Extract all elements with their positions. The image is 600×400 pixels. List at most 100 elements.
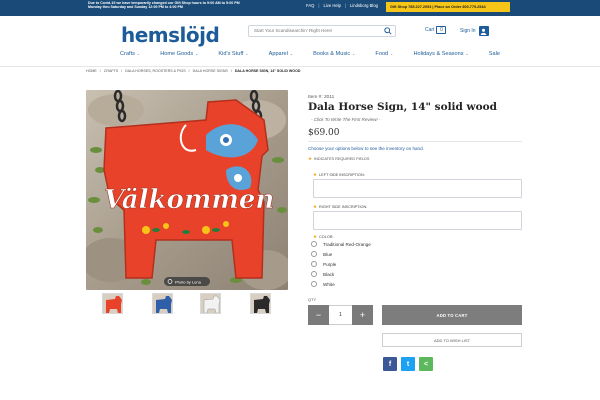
nav-label: Holidays & Seasons (413, 51, 464, 57)
chevron-down-icon: ⌄ (195, 52, 199, 56)
quantity-stepper: − 1 + (308, 305, 373, 325)
quantity-input[interactable]: 1 (329, 305, 352, 325)
live-help-link[interactable]: Live Help (323, 3, 340, 8)
thumbnail-black-horse[interactable] (250, 293, 271, 314)
required-note: ★ Indicates required fields (308, 156, 369, 162)
radio-button[interactable] (311, 251, 317, 257)
covid-notice: Due to Covid-19 we have temporarily chan… (88, 1, 240, 10)
color-option-label: White (323, 281, 335, 287)
chevron-down-icon: ⌄ (465, 52, 469, 56)
color-option-black[interactable]: Black (311, 271, 334, 277)
nav-item-kids-stuff[interactable]: Kid's Stuff ⌄ (218, 49, 248, 59)
left-inscription-label: ★ Left side inscription: (313, 172, 365, 178)
nav-label: Food (375, 51, 389, 57)
nav-item-food[interactable]: Food ⌄ (375, 49, 393, 59)
horse-icon (153, 294, 172, 313)
chevron-down-icon: ⌄ (390, 52, 394, 56)
radio-button[interactable] (311, 241, 317, 247)
facebook-icon: f (388, 360, 392, 368)
gift-shop-phone-banner[interactable]: Gift Shop 785.227.2053 | Place an Order … (386, 2, 510, 12)
required-star-icon: ★ (313, 234, 318, 239)
radio-button[interactable] (311, 261, 317, 267)
nav-label: Apparel (268, 51, 288, 57)
color-option-label: Traditional Red-Orange (323, 241, 371, 247)
top-utility-bar: Due to Covid-19 we have temporarily chan… (0, 0, 600, 16)
breadcrumb-separator: / (188, 69, 190, 73)
breadcrumb-separator: / (121, 69, 123, 73)
color-label: ★ Color: (313, 234, 334, 240)
cart-label: Cart (425, 27, 435, 33)
color-option-blue[interactable]: Blue (311, 251, 332, 257)
sign-in-button[interactable]: Sign In (460, 26, 489, 36)
search-icon[interactable] (384, 27, 392, 35)
share-icon: < (423, 360, 429, 368)
right-inscription-input[interactable] (313, 211, 522, 230)
color-option-purple[interactable]: Purple (311, 261, 336, 267)
required-star-icon: ★ (313, 204, 318, 209)
nav-item-sale[interactable]: Sale (489, 49, 500, 59)
chevron-down-icon: ⌄ (136, 52, 140, 56)
cart-count: 0 (436, 26, 447, 34)
search-input[interactable]: Start Your Scandisearchin' Right Here! (248, 25, 396, 37)
nav-item-books-music[interactable]: Books & Music ⌄ (313, 49, 355, 59)
cart-button[interactable]: Cart 0 (425, 26, 447, 34)
divider: | (344, 3, 347, 8)
nav-item-crafts[interactable]: Crafts ⌄ (120, 49, 140, 59)
left-inscription-input[interactable] (313, 179, 522, 198)
breadcrumb-current: Dala Horse Sign, 14" solid wood (234, 69, 301, 73)
quantity-decrease-button[interactable]: − (308, 305, 329, 325)
item-number: Item #: 2011 (308, 95, 335, 100)
quantity-increase-button[interactable]: + (352, 305, 373, 325)
image-badge: Photo by Luna (175, 279, 202, 284)
required-star-icon: ★ (313, 172, 318, 177)
required-note-text: Indicates required fields (314, 157, 370, 161)
nav-label: Books & Music (313, 51, 351, 57)
breadcrumb: Home / Crafts / Dala Horses, Roosters & Pi… (86, 69, 301, 73)
breadcrumb-home[interactable]: Home (86, 69, 97, 73)
nav-label: Crafts (120, 51, 135, 57)
nav-label: Home Goods (160, 51, 194, 57)
color-option-traditional-red-orange[interactable]: Traditional Red-Orange (311, 241, 371, 247)
sign-in-label: Sign In (460, 28, 476, 34)
dala-horse-photo: Välkommen Photo by Luna (86, 90, 288, 290)
radio-button[interactable] (311, 281, 317, 287)
product-main-image[interactable]: Välkommen Photo by Luna (86, 90, 288, 290)
facebook-share-button[interactable]: f (383, 357, 397, 371)
blog-link[interactable]: Lindsborg Blog (350, 3, 378, 8)
add-to-cart-button[interactable]: ADD TO CART (382, 305, 522, 325)
search-placeholder: Start Your Scandisearchin' Right Here! (254, 28, 333, 33)
chevron-down-icon: ⌄ (245, 52, 249, 56)
write-review-link[interactable]: - Click To Write The First Review! - (311, 117, 380, 122)
breadcrumb-dala-signs[interactable]: Dala Horse Signs (193, 69, 228, 73)
nav-item-holidays-seasons[interactable]: Holidays & Seasons ⌄ (413, 49, 468, 59)
header-divider (0, 66, 600, 67)
divider (308, 141, 522, 142)
site-logo[interactable]: hemslöjd (121, 23, 220, 47)
nav-item-home-goods[interactable]: Home Goods ⌄ (160, 49, 198, 59)
left-inscription-label-text: Left side inscription: (319, 173, 365, 177)
user-icon (478, 26, 489, 36)
color-option-label: Blue (323, 251, 333, 257)
nav-item-apparel[interactable]: Apparel ⌄ (269, 49, 293, 59)
quantity-label: Qty (308, 297, 317, 302)
horse-icon (201, 294, 220, 313)
horse-icon (103, 294, 122, 313)
thumbnail-blue-horse[interactable] (152, 293, 173, 314)
chevron-down-icon: ⌄ (352, 52, 356, 56)
faq-link[interactable]: FAQ (306, 3, 314, 8)
product-price: $69.00 (308, 128, 340, 138)
breadcrumb-dala-category[interactable]: Dala Horses, Roosters & Pigs (125, 69, 186, 73)
share-button[interactable]: < (419, 357, 433, 371)
thumbnail-strip (86, 291, 288, 317)
nav-label: Sale (488, 51, 500, 57)
breadcrumb-crafts[interactable]: Crafts (104, 69, 118, 73)
color-option-white[interactable]: White (311, 281, 335, 287)
thumbnail-white-horse[interactable] (200, 293, 221, 314)
horse-icon (251, 294, 270, 313)
radio-button[interactable] (311, 271, 317, 277)
breadcrumb-separator: / (99, 69, 101, 73)
color-label-text: Color: (319, 235, 334, 239)
add-to-wishlist-button[interactable]: ADD TO WISH LIST (382, 333, 522, 347)
thumbnail-red-horse[interactable] (102, 293, 123, 314)
twitter-share-button[interactable]: t (401, 357, 415, 371)
